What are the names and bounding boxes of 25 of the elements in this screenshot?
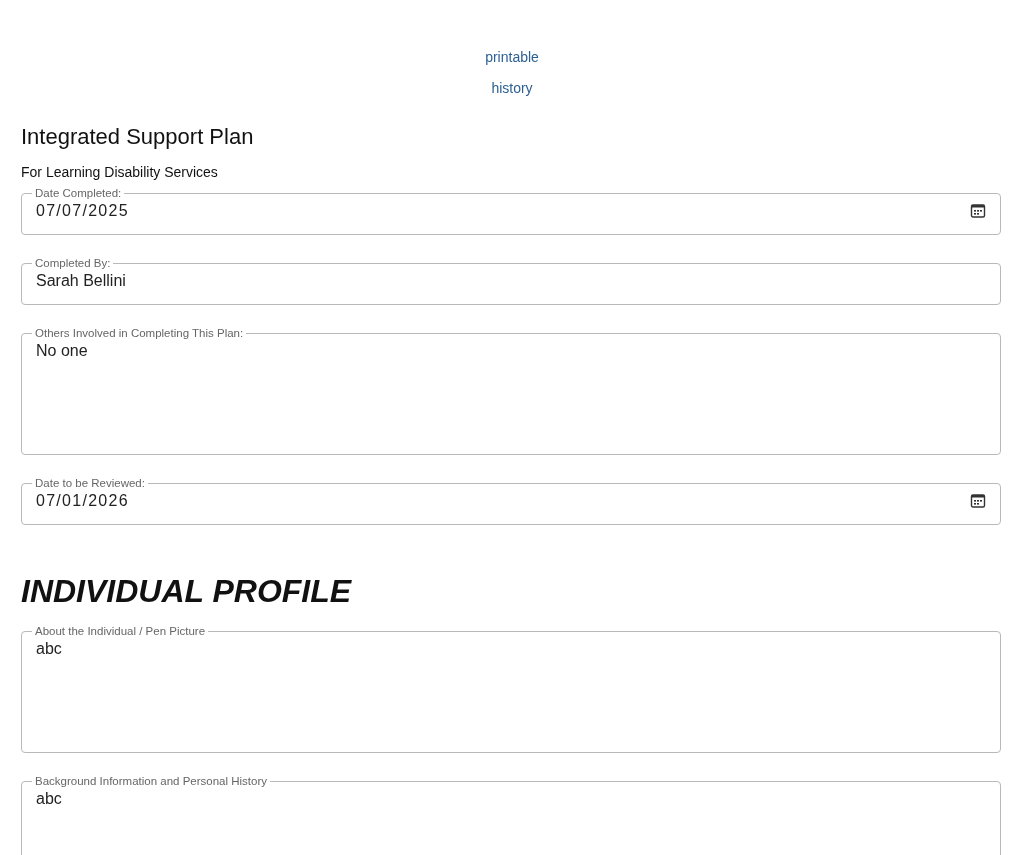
date-field[interactable]: Date to be Reviewed: 07/01/2026 xyxy=(21,477,1001,525)
field-label: Completed By: xyxy=(34,257,112,269)
field-value: No one xyxy=(36,341,88,361)
text-area[interactable]: About the Individual / Pen Picture abc xyxy=(21,625,1001,753)
field-label: Others Involved in Completing This Plan: xyxy=(34,327,245,339)
field-label: About the Individual / Pen Picture xyxy=(34,625,207,637)
page-subtitle: For Learning Disability Services xyxy=(21,163,219,181)
field-value: Sarah Bellini xyxy=(36,271,126,291)
text-area[interactable]: Others Involved in Completing This Plan: No one xyxy=(21,327,1001,455)
field-label: Date Completed: xyxy=(34,187,123,199)
calendar-icon[interactable] xyxy=(970,203,986,219)
field-value: abc xyxy=(36,789,62,809)
field-label: Background Information and Personal History xyxy=(34,775,269,787)
field-value: 07/01/2026 xyxy=(36,491,129,511)
section-heading: INDIVIDUAL PROFILE xyxy=(21,572,353,611)
field-value: abc xyxy=(36,639,62,659)
input-field[interactable]: Completed By: Sarah Bellini xyxy=(21,257,1001,305)
link[interactable]: history xyxy=(491,78,533,99)
link[interactable]: printable xyxy=(485,47,539,68)
date-field[interactable]: Date Completed: 07/07/2025 xyxy=(21,187,1001,235)
page-title: Integrated Support Plan xyxy=(21,123,255,151)
field-label: Date to be Reviewed: xyxy=(34,477,146,489)
field-value: 07/07/2025 xyxy=(36,201,129,221)
calendar-icon[interactable] xyxy=(970,493,986,509)
text-area[interactable]: Background Information and Personal History abc xyxy=(21,775,1001,855)
